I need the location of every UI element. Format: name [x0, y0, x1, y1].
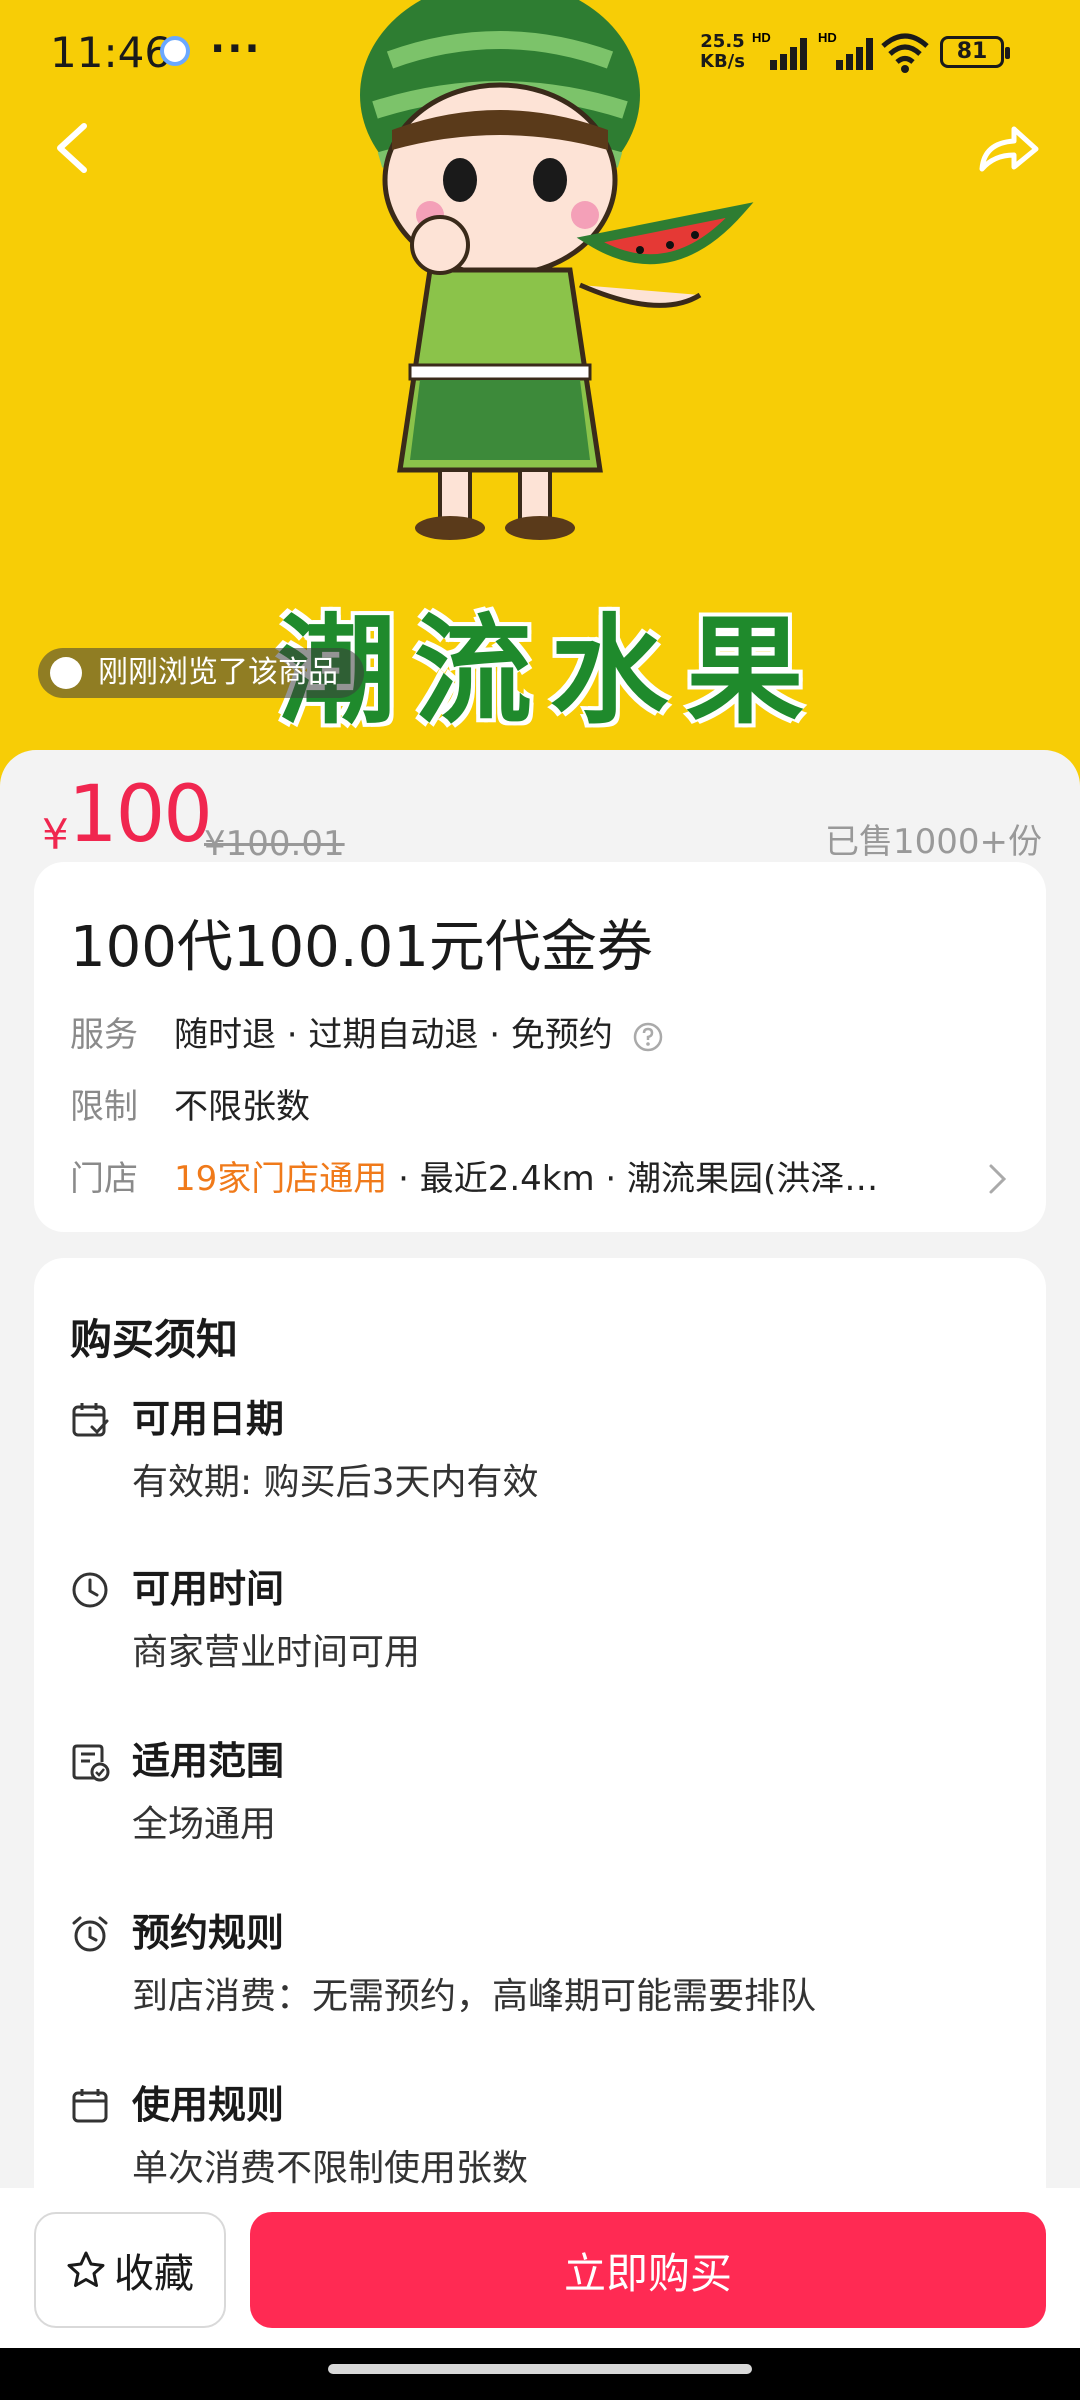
service-label: 服务: [70, 1015, 138, 1055]
recent-browse-tip: 刚刚浏览了该商品: [38, 648, 364, 698]
notice-heading: 可用日期: [132, 1397, 285, 1441]
help-icon[interactable]: [632, 1021, 664, 1053]
purchase-notice-card: 购买须知 可用日期 有效期: 购买后3天内有效 可用时间 商家营业时间可用 适用…: [34, 1258, 1046, 2258]
notice-detail: 有效期: 购买后3天内有效: [132, 1462, 539, 1503]
signal-1-icon: HD: [752, 30, 807, 70]
home-indicator[interactable]: [328, 2364, 752, 2374]
calendar-icon: [72, 2089, 108, 2123]
store-label: 门店: [70, 1159, 138, 1199]
notice-heading: 适用范围: [132, 1739, 285, 1783]
notice-detail: 商家营业时间可用: [132, 1632, 421, 1673]
deal-detail-sheet: ¥ 100 ¥100.01 已售1000+份 100代100.01元代金券 服务…: [0, 750, 1080, 2258]
price-currency: ¥: [42, 810, 69, 859]
notice-item-scope: 适用范围 全场通用: [70, 1734, 1010, 1884]
star-icon: [67, 2251, 105, 2287]
store-value: 19家门店通用 · 最近2.4km · 潮流果园(洪泽…: [174, 1159, 879, 1199]
deal-info-card: 100代100.01元代金券 服务 随时退 · 过期自动退 · 免预约 限制 不…: [34, 862, 1046, 1232]
clock-icon: [72, 1572, 108, 1608]
favorite-button[interactable]: 收藏: [34, 2212, 226, 2328]
buy-now-button[interactable]: 立即购买: [250, 2212, 1046, 2328]
notice-heading: 使用规则: [132, 2083, 285, 2127]
notice-heading: 可用时间: [132, 1567, 285, 1611]
original-price: ¥100.01: [204, 824, 345, 864]
svg-text:HD: HD: [818, 30, 837, 45]
bottom-action-bar: 收藏 立即购买: [0, 2188, 1080, 2348]
scope-doc-icon: [72, 1744, 110, 1782]
notice-item-date: 可用日期 有效期: 购买后3天内有效: [70, 1392, 1010, 1542]
system-nav-bar: [0, 2348, 1080, 2400]
wifi-icon: [881, 33, 929, 73]
notice-heading: 预约规则: [132, 1911, 285, 1955]
app-notification-icon: [160, 36, 190, 66]
battery-icon: 81: [940, 36, 1010, 68]
page: 潮流水果 刚刚浏览了该商品 11:46 ··· 25.5 KB/s HD HD: [0, 0, 1080, 2400]
service-row[interactable]: 服务 随时退 · 过期自动退 · 免预约: [70, 1010, 1010, 1060]
chevron-left-icon: [57, 123, 87, 173]
price-row: ¥ 100 ¥100.01 已售1000+份: [42, 770, 1042, 864]
notice-item-time: 可用时间 商家营业时间可用: [70, 1562, 1010, 1712]
limit-row: 限制 不限张数: [70, 1082, 1010, 1132]
notice-detail: 到店消费：无需预约，高峰期可能需要排队: [132, 1976, 817, 2017]
deal-price: 100: [68, 770, 213, 860]
limit-label: 限制: [70, 1087, 138, 1127]
store-row[interactable]: 门店 19家门店通用 · 最近2.4km · 潮流果园(洪泽…: [70, 1154, 1010, 1204]
mascot-illustration: [360, 0, 754, 540]
avatar: [50, 657, 82, 689]
share-arrow-icon: [979, 126, 1039, 172]
status-time: 11:46: [50, 28, 172, 77]
hero-image: 潮流水果 刚刚浏览了该商品 11:46 ··· 25.5 KB/s HD HD: [0, 0, 1080, 790]
more-notifications-icon: ···: [210, 26, 262, 72]
notice-detail: 全场通用: [132, 1804, 277, 1845]
svg-text:HD: HD: [752, 30, 771, 45]
limit-value: 不限张数: [174, 1087, 310, 1127]
chevron-right-icon: [989, 1164, 1007, 1194]
back-button[interactable]: [32, 108, 112, 188]
calendar-check-icon: [72, 1403, 109, 1437]
deal-title: 100代100.01元代金券: [70, 915, 653, 980]
notice-item-booking: 预约规则 到店消费：无需预约，高峰期可能需要排队: [70, 1906, 1010, 2056]
browse-tip-text: 刚刚浏览了该商品: [98, 655, 338, 690]
alarm-icon: [72, 1916, 108, 1952]
favorite-label: 收藏: [114, 2251, 194, 2297]
store-count-link[interactable]: 19家门店通用: [174, 1159, 387, 1199]
share-button[interactable]: [968, 108, 1048, 188]
signal-2-icon: HD: [818, 30, 873, 70]
service-value: 随时退 · 过期自动退 · 免预约: [174, 1010, 664, 1060]
notice-title: 购买须知: [70, 1315, 239, 1364]
status-bar: 11:46 ··· 25.5 KB/s HD HD 81: [0, 22, 1080, 82]
network-rate: 25.5 KB/s: [700, 31, 745, 72]
sold-count: 已售1000+份: [824, 822, 1042, 862]
